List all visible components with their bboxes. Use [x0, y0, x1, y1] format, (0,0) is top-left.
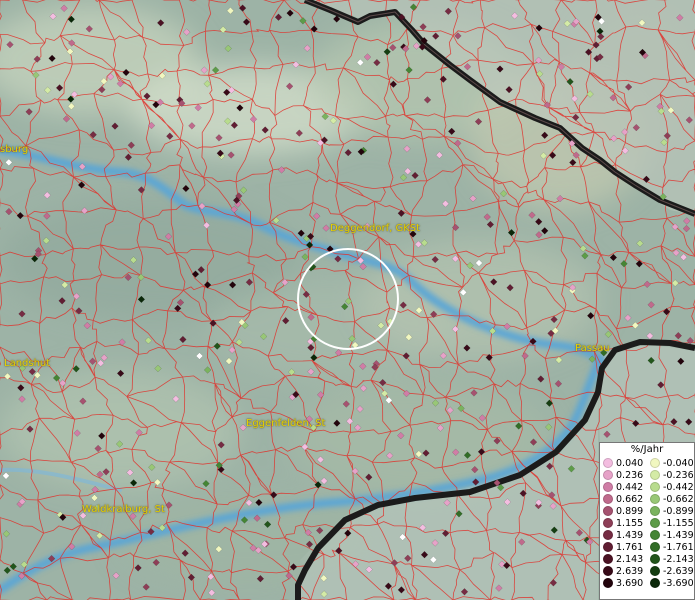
legend-swatch	[603, 470, 613, 480]
legend-entry-negative: -0.236	[647, 470, 694, 481]
legend-value: -1.761	[663, 541, 694, 553]
legend-entry-positive: 0.662	[600, 494, 647, 505]
legend-rows: 0.040 -0.040 0.236 -0.236 0.442 -0.442 0.662 -0…	[600, 457, 694, 589]
legend-value: -2.143	[663, 553, 694, 565]
place-label-burg: sburg	[0, 144, 29, 155]
legend-value: 0.040	[616, 457, 644, 469]
legend-entry-negative: -1.439	[647, 530, 694, 541]
legend-entry-positive: 0.442	[600, 482, 647, 493]
legend-swatch	[603, 494, 613, 504]
legend-row: 3.690 -3.690	[600, 577, 694, 589]
legend-row: 1.439 -1.439	[600, 529, 694, 541]
legend-swatch	[603, 578, 613, 588]
legend-entry-negative: -1.761	[647, 542, 694, 553]
legend-swatch	[650, 542, 660, 552]
legend-entry-positive: 3.690	[600, 578, 647, 589]
legend-entry-positive: 1.761	[600, 542, 647, 553]
legend-row: 2.143 -2.143	[600, 553, 694, 565]
legend-swatch	[650, 554, 660, 564]
legend-row: 0.040 -0.040	[600, 457, 694, 469]
legend-swatch	[603, 554, 613, 564]
legend-swatch	[650, 482, 660, 492]
legend-swatch	[603, 566, 613, 576]
legend-entry-positive: 0.040	[600, 458, 647, 469]
legend-value: 0.899	[616, 505, 644, 517]
legend-entry-negative: -3.690	[647, 578, 694, 589]
place-label-eggenfelden: Eggenfelden, St	[246, 418, 326, 429]
legend-value: 0.442	[616, 481, 644, 493]
legend-entry-negative: -2.639	[647, 566, 694, 577]
legend-title: %/Jahr	[630, 444, 664, 455]
legend-entry-positive: 1.439	[600, 530, 647, 541]
legend-swatch	[603, 518, 613, 528]
legend-swatch	[603, 506, 613, 516]
legend-row: 0.899 -0.899	[600, 505, 694, 517]
legend-value: -0.662	[663, 493, 694, 505]
legend-swatch	[650, 506, 660, 516]
place-label-waldkraiburg: Waldkraiburg, St	[82, 504, 165, 515]
legend-entry-positive: 2.143	[600, 554, 647, 565]
legend-swatch	[603, 482, 613, 492]
place-label-passau: Passau	[575, 343, 610, 354]
legend-value: 0.236	[616, 469, 644, 481]
legend-value: -0.236	[663, 469, 694, 481]
legend-swatch	[650, 518, 660, 528]
legend-row: 2.639 -2.639	[600, 565, 694, 577]
legend-value: -0.899	[663, 505, 694, 517]
legend-row: 0.236 -0.236	[600, 469, 694, 481]
legend-entry-negative: -0.442	[647, 482, 694, 493]
legend-value: -0.442	[663, 481, 694, 493]
legend-row: 0.442 -0.442	[600, 481, 694, 493]
legend-row: 1.761 -1.761	[600, 541, 694, 553]
legend-swatch	[603, 458, 613, 468]
legend-swatch	[650, 458, 660, 468]
legend-swatch	[603, 530, 613, 540]
legend-value: -0.040	[663, 457, 694, 469]
legend-entry-positive: 2.639	[600, 566, 647, 577]
place-label-deggendorf: Deggendorf, GKSt	[330, 223, 421, 234]
legend-entry-negative: -0.899	[647, 506, 694, 517]
legend-swatch	[650, 470, 660, 480]
color-legend: %/Jahr 0.040 -0.040 0.236 -0.236 0.442 -0.442…	[599, 442, 695, 600]
legend-swatch	[650, 578, 660, 588]
legend-entry-positive: 0.236	[600, 470, 647, 481]
legend-value: -1.439	[663, 529, 694, 541]
legend-row: 0.662 -0.662	[600, 493, 694, 505]
legend-entry-positive: 1.155	[600, 518, 647, 529]
legend-entry-negative: -2.143	[647, 554, 694, 565]
legend-value: 1.155	[616, 517, 644, 529]
legend-swatch	[650, 566, 660, 576]
legend-swatch	[650, 494, 660, 504]
legend-value: 0.662	[616, 493, 644, 505]
legend-value: 1.761	[616, 541, 644, 553]
legend-swatch	[603, 542, 613, 552]
legend-entry-negative: -0.040	[647, 458, 694, 469]
legend-value: 2.639	[616, 565, 644, 577]
legend-entry-negative: -1.155	[647, 518, 694, 529]
legend-value: 1.439	[616, 529, 644, 541]
legend-swatch	[650, 530, 660, 540]
legend-entry-negative: -0.662	[647, 494, 694, 505]
legend-value: -1.155	[663, 517, 694, 529]
legend-value: -2.639	[663, 565, 694, 577]
legend-value: 2.143	[616, 553, 644, 565]
place-label-landshut: Landshut	[4, 358, 51, 369]
legend-entry-positive: 0.899	[600, 506, 647, 517]
legend-value: 3.690	[616, 577, 644, 589]
legend-row: 1.155 -1.155	[600, 517, 694, 529]
legend-value: -3.690	[663, 577, 694, 589]
